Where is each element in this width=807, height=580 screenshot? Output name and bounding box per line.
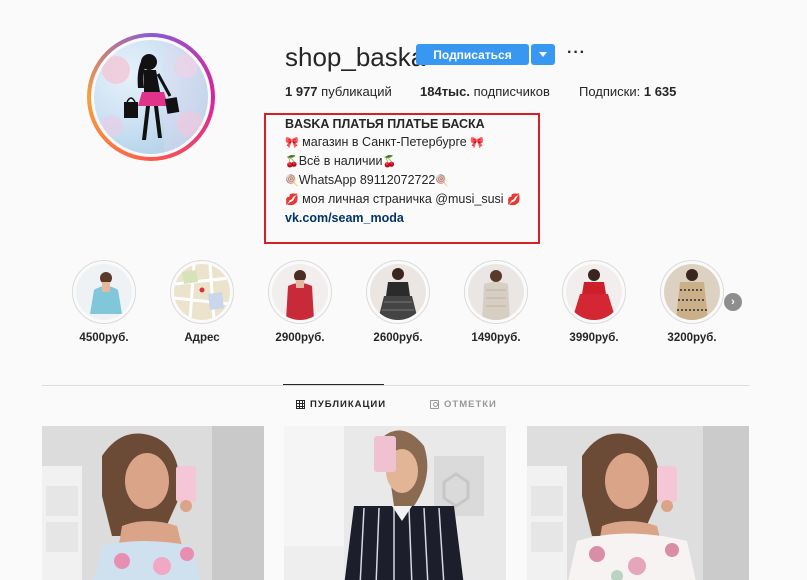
highlight-label: 4500руб. [79,332,129,344]
story-highlight[interactable]: 2900руб. [268,260,332,344]
profile-avatar[interactable] [87,33,215,161]
post-thumbnail[interactable] [284,426,506,580]
cherries-icon: 🍒 [285,156,299,168]
highlight-cover [272,264,328,320]
highlight-label: 1490руб. [471,332,521,344]
tab-posts-label: ПУБЛИКАЦИИ [310,399,387,410]
grid-icon [296,400,305,409]
highlight-cover [468,264,524,320]
tab-posts[interactable]: ПУБЛИКАЦИИ [296,399,386,410]
bio-line-stock: 🍒Всё в наличии🍒 [285,152,521,171]
bio-line-whatsapp: 🍭WhatsApp 89112072722🍭 [285,171,521,190]
chevron-right-icon: › [731,296,735,308]
highlight-label: Адрес [184,332,220,344]
ribbon-icon: 🎀 [285,137,299,149]
more-options-button[interactable]: ··· [567,44,586,62]
followers-count: 184тыс. [420,84,471,99]
followers-count-label: подписчиков [470,84,550,99]
story-highlight[interactable]: 4500руб. [72,260,136,344]
highlight-cover [76,264,132,320]
tagged-icon [430,400,439,409]
story-highlight[interactable]: 2600руб. [366,260,430,344]
kiss-icon: 💋 [507,194,521,206]
chevron-down-icon [539,52,547,57]
followers-count-stat[interactable]: 184тыс. подписчиков [420,84,550,99]
posts-count-stat: 1 977 публикаций [285,84,392,99]
lollipop-icon: 🍭 [435,175,450,187]
bio-line-personal: 💋 моя личная страничка @musi_susi 💋 [285,190,521,209]
avatar-frame [91,37,211,157]
highlight-cover-ring [170,260,234,324]
bio-line-store: 🎀 магазин в Санкт-Петербурге 🎀 [285,133,521,152]
story-highlight[interactable]: 1490руб. [464,260,528,344]
avatar-image [94,40,208,154]
highlight-cover [370,264,426,320]
kiss-icon: 💋 [285,194,299,206]
bio-store-text: магазин в Санкт-Петербурге [298,135,471,149]
following-count-label: Подписки: [579,84,644,99]
highlight-cover-ring [562,260,626,324]
highlight-label: 2600руб. [373,332,423,344]
highlight-cover [566,264,622,320]
cherries-icon: 🍒 [382,156,397,168]
bio-personal-text: моя личная страничка @musi_susi [298,192,508,206]
highlight-cover-ring [366,260,430,324]
highlight-cover-ring [660,260,724,324]
ribbon-icon: 🎀 [470,137,484,149]
following-count: 1 635 [643,84,677,99]
profile-bio: BASKA ПЛАТЬЯ ПЛАТЬЕ БАСКА 🎀 магазин в Са… [285,115,521,227]
highlight-cover-ring [464,260,528,324]
follow-button[interactable]: Подписаться [416,44,529,65]
post-thumbnail[interactable] [527,426,749,580]
highlight-label: 2900руб. [275,332,325,344]
highlight-cover-ring [268,260,332,324]
tabs-divider [42,385,749,386]
post-thumbnail[interactable] [42,426,264,580]
posts-count: 1 977 [285,84,318,99]
highlight-cover [664,264,720,320]
tab-tagged-label: ОТМЕТКИ [444,399,497,410]
highlight-cover [174,264,230,320]
active-tab-indicator [283,384,384,385]
bio-full-name: BASKA ПЛАТЬЯ ПЛАТЬЕ БАСКА [285,117,485,131]
bio-website-link[interactable]: vk.com/seam_moda [285,209,521,227]
highlight-label: 3990руб. [569,332,619,344]
bio-stock-text: Всё в наличии [298,154,383,168]
tab-tagged[interactable]: ОТМЕТКИ [430,399,497,410]
highlight-cover-ring [72,260,136,324]
bio-whatsapp-text: WhatsApp 89112072722 [298,173,436,187]
story-highlight[interactable]: 3200руб. [660,260,724,344]
highlight-label: 3200руб. [667,332,717,344]
highlights-next-button[interactable]: › [724,293,742,311]
posts-count-label: публикаций [317,84,392,99]
story-highlight[interactable]: 3990руб. [562,260,626,344]
profile-username: shop_baska [285,42,426,72]
lollipop-icon: 🍭 [285,175,299,187]
story-highlight[interactable]: Адрес [170,260,234,344]
suggestions-dropdown-button[interactable] [531,44,555,65]
following-count-stat[interactable]: Подписки: 1 635 [579,84,676,99]
